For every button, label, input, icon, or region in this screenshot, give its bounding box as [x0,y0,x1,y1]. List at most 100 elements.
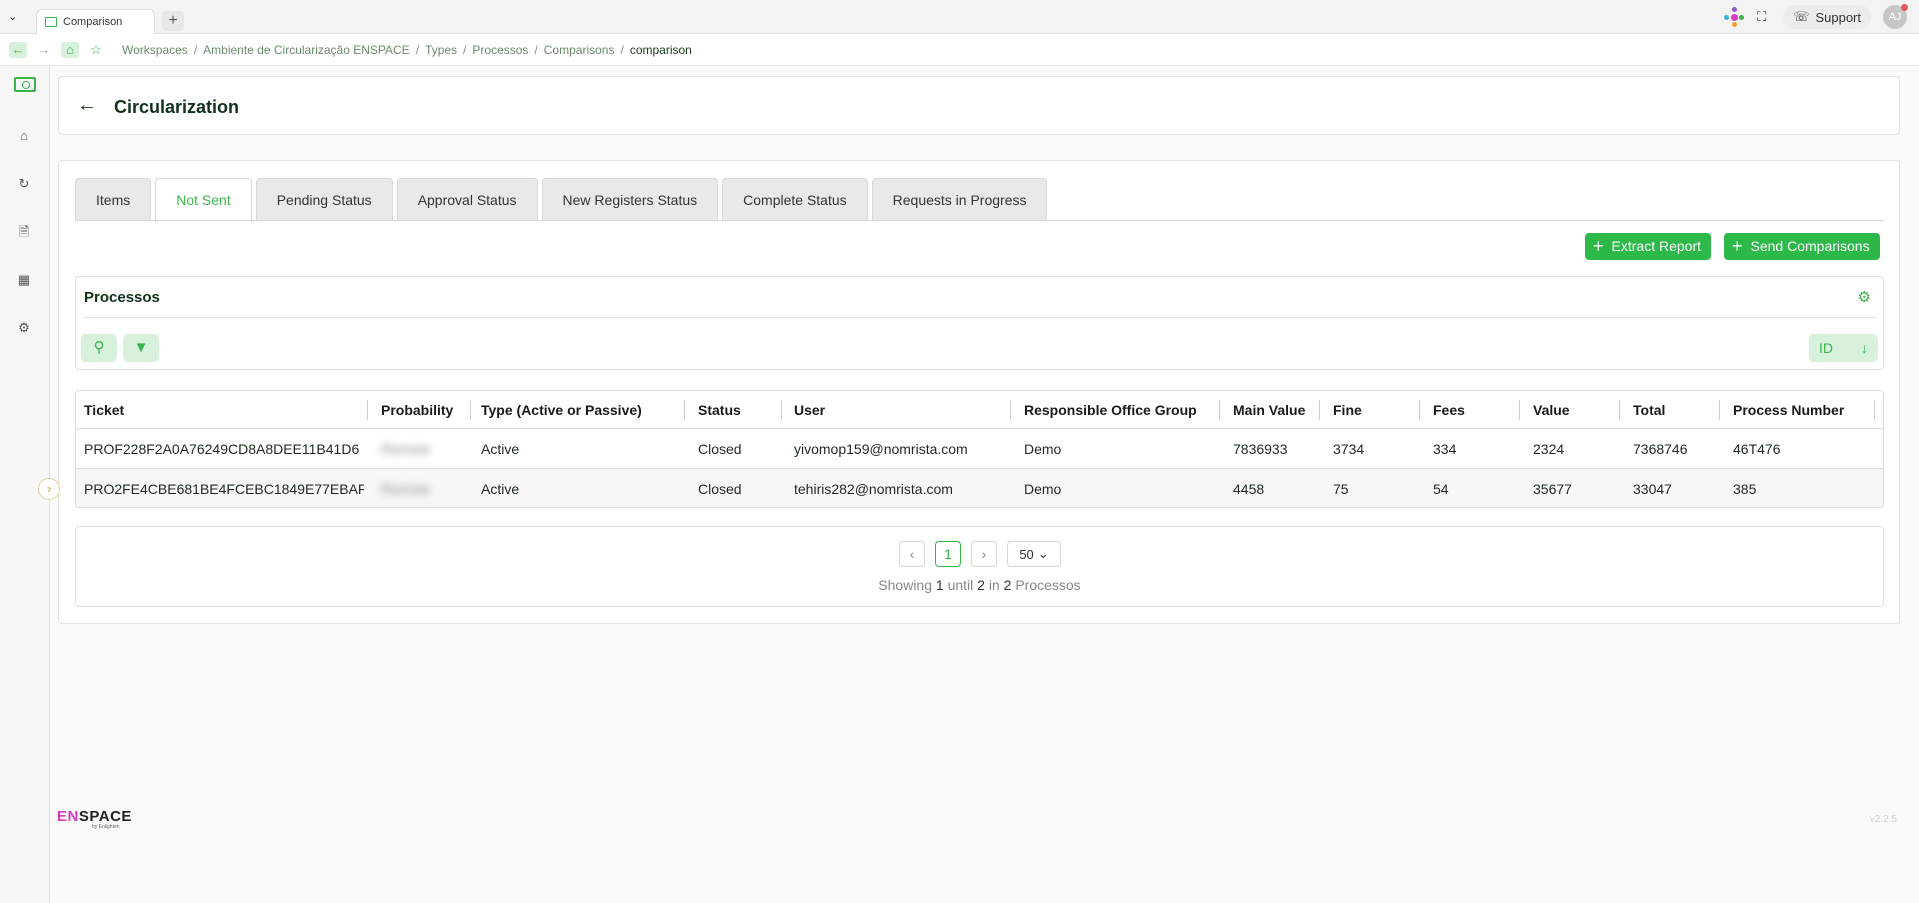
cell-user: yivomop159@nomrista.com [794,440,968,457]
column-header-probability[interactable]: Probability [381,391,471,428]
breadcrumb-item-ambiente[interactable]: Ambiente de Circularização ENSPACE [203,43,410,57]
browser-tab[interactable]: Comparison [36,9,155,34]
breadcrumb-item-types[interactable]: Types [425,43,457,57]
cell-office-group: Demo [1024,440,1062,457]
breadcrumb: Workspaces / Ambiente de Circularização … [122,43,692,57]
sync-icon[interactable]: ↻ [16,176,32,192]
processos-panel: Processos ⚙ ⚲ ▼ ID ↓ [75,276,1884,370]
page-header: ← Circularization [58,76,1900,135]
gear-icon[interactable]: ⚙ [16,320,32,336]
tab-new-registers-status[interactable]: New Registers Status [541,178,719,221]
pagination-panel: ‹ 1 › 50 ⌄ Showing 1 until 2 in 2 Proces… [75,526,1884,607]
sidebar-expand-button[interactable]: › [38,478,60,500]
arrow-down-icon: ↓ [1861,340,1868,356]
cell-process-number: 385 [1733,481,1757,497]
star-icon[interactable]: ☆ [87,42,105,58]
next-page-button[interactable]: › [971,541,997,567]
column-header-status[interactable]: Status [698,391,778,428]
tab-not-sent[interactable]: Not Sent [155,178,252,222]
document-icon[interactable]: 🗎 [16,224,32,240]
send-comparisons-button[interactable]: + Send Comparisons [1724,233,1880,260]
pagination-info: Showing 1 until 2 in 2 Processos [878,577,1081,593]
tab-requests-in-progress[interactable]: Requests in Progress [871,178,1048,221]
page-size-select[interactable]: 50 ⌄ [1007,541,1061,567]
column-header-fees[interactable]: Fees [1433,391,1513,428]
new-tab-button[interactable]: + [162,11,184,31]
main-content: Items Not Sent Pending Status Approval S… [58,160,1900,624]
filter-icon: ▼ [133,339,149,356]
chevron-down-icon[interactable]: ⌄ [8,10,22,24]
sort-button[interactable]: ID ↓ [1809,334,1878,362]
table-icon [45,17,57,27]
column-header-ticket[interactable]: Ticket [84,391,364,428]
column-header-fine[interactable]: Fine [1333,391,1413,428]
cell-probability: Remote [381,481,431,497]
prev-page-button[interactable]: ‹ [899,541,925,567]
chevron-right-icon: › [981,546,987,562]
extract-report-button[interactable]: + Extract Report [1585,233,1711,260]
tab-bar: Items Not Sent Pending Status Approval S… [75,178,1048,222]
avatar[interactable]: AJ [1883,4,1908,29]
tab-approval-status[interactable]: Approval Status [396,178,538,221]
cell-probability: Remote [381,440,431,457]
version-label: v2.2.5 [1869,814,1897,825]
page-size-value: 50 [1019,546,1034,562]
cell-fees: 334 [1433,440,1457,457]
browser-tab-title: Comparison [63,16,123,28]
apps-dots-icon[interactable] [1723,7,1745,27]
plus-icon: + [1593,236,1604,256]
cell-status: Closed [698,440,742,457]
filter-button[interactable]: ▼ [123,334,159,362]
table-header-row: Ticket Probability Type (Active or Passi… [76,391,1883,429]
support-label: Support [1815,9,1861,25]
column-header-type[interactable]: Type (Active or Passive) [481,391,681,428]
calendar-icon[interactable]: ▦ [16,272,32,288]
breadcrumb-item-processos[interactable]: Processos [472,43,528,57]
forward-arrow-icon[interactable]: → [35,42,53,58]
data-table: Ticket Probability Type (Active or Passi… [75,390,1884,508]
column-header-value[interactable]: Value [1533,391,1613,428]
money-icon[interactable] [14,77,36,92]
cell-ticket: PROF228F2A0A76249CD8A8DEE11B41D6 [84,440,360,457]
gear-icon[interactable]: ⚙ [1858,288,1871,306]
cell-user: tehiris282@nomrista.com [794,481,953,497]
cell-total: 33047 [1633,481,1672,497]
home-icon[interactable]: ⌂ [16,128,32,144]
breadcrumb-item-workspaces[interactable]: Workspaces [122,43,188,57]
column-header-office-group[interactable]: Responsible Office Group [1024,391,1224,428]
panel-title: Processos [84,289,160,306]
search-button[interactable]: ⚲ [81,334,117,362]
back-arrow-icon[interactable]: ← [77,94,97,117]
home-icon[interactable]: ⌂ [61,42,79,58]
chevron-left-icon: ‹ [909,546,915,562]
cell-office-group: Demo [1024,481,1062,497]
tab-complete-status[interactable]: Complete Status [722,178,868,221]
column-header-total[interactable]: Total [1633,391,1713,428]
sort-field-label: ID [1819,340,1833,356]
browser-top-bar: ⌄ Comparison + ⛶ ☏ Support AJ [0,0,1919,34]
table-row[interactable]: PRO2FE4CBE681BE4FCEBC1849E77EBAF Remote … [76,469,1883,507]
column-header-process-number[interactable]: Process Number [1733,391,1873,428]
support-button[interactable]: ☏ Support [1783,5,1871,29]
column-header-user[interactable]: User [794,391,994,428]
avatar-initials: AJ [1888,11,1902,23]
enspace-logo: ENSPACE [57,808,132,825]
page-title: Circularization [114,97,240,117]
cell-process-number: 46T476 [1733,440,1781,457]
tab-items[interactable]: Items [75,178,152,221]
page-button-current[interactable]: 1 [935,541,961,567]
cell-total: 7368746 [1633,440,1688,457]
breadcrumb-item-comparisons[interactable]: Comparisons [544,43,615,57]
back-arrow-icon[interactable]: ← [9,42,27,58]
cell-main-value: 4458 [1233,481,1265,497]
search-icon: ⚲ [93,339,105,356]
cell-value: 35677 [1533,481,1572,497]
fullscreen-icon[interactable]: ⛶ [1757,10,1771,24]
cell-status: Closed [698,481,742,497]
breadcrumb-item-current: comparison [629,43,692,57]
table-row[interactable]: PROF228F2A0A76249CD8A8DEE11B41D6 Remote … [76,429,1883,469]
notification-dot [1901,4,1908,11]
tab-pending-status[interactable]: Pending Status [255,178,393,221]
extract-report-label: Extract Report [1611,238,1701,254]
column-header-main-value[interactable]: Main Value [1233,391,1323,428]
